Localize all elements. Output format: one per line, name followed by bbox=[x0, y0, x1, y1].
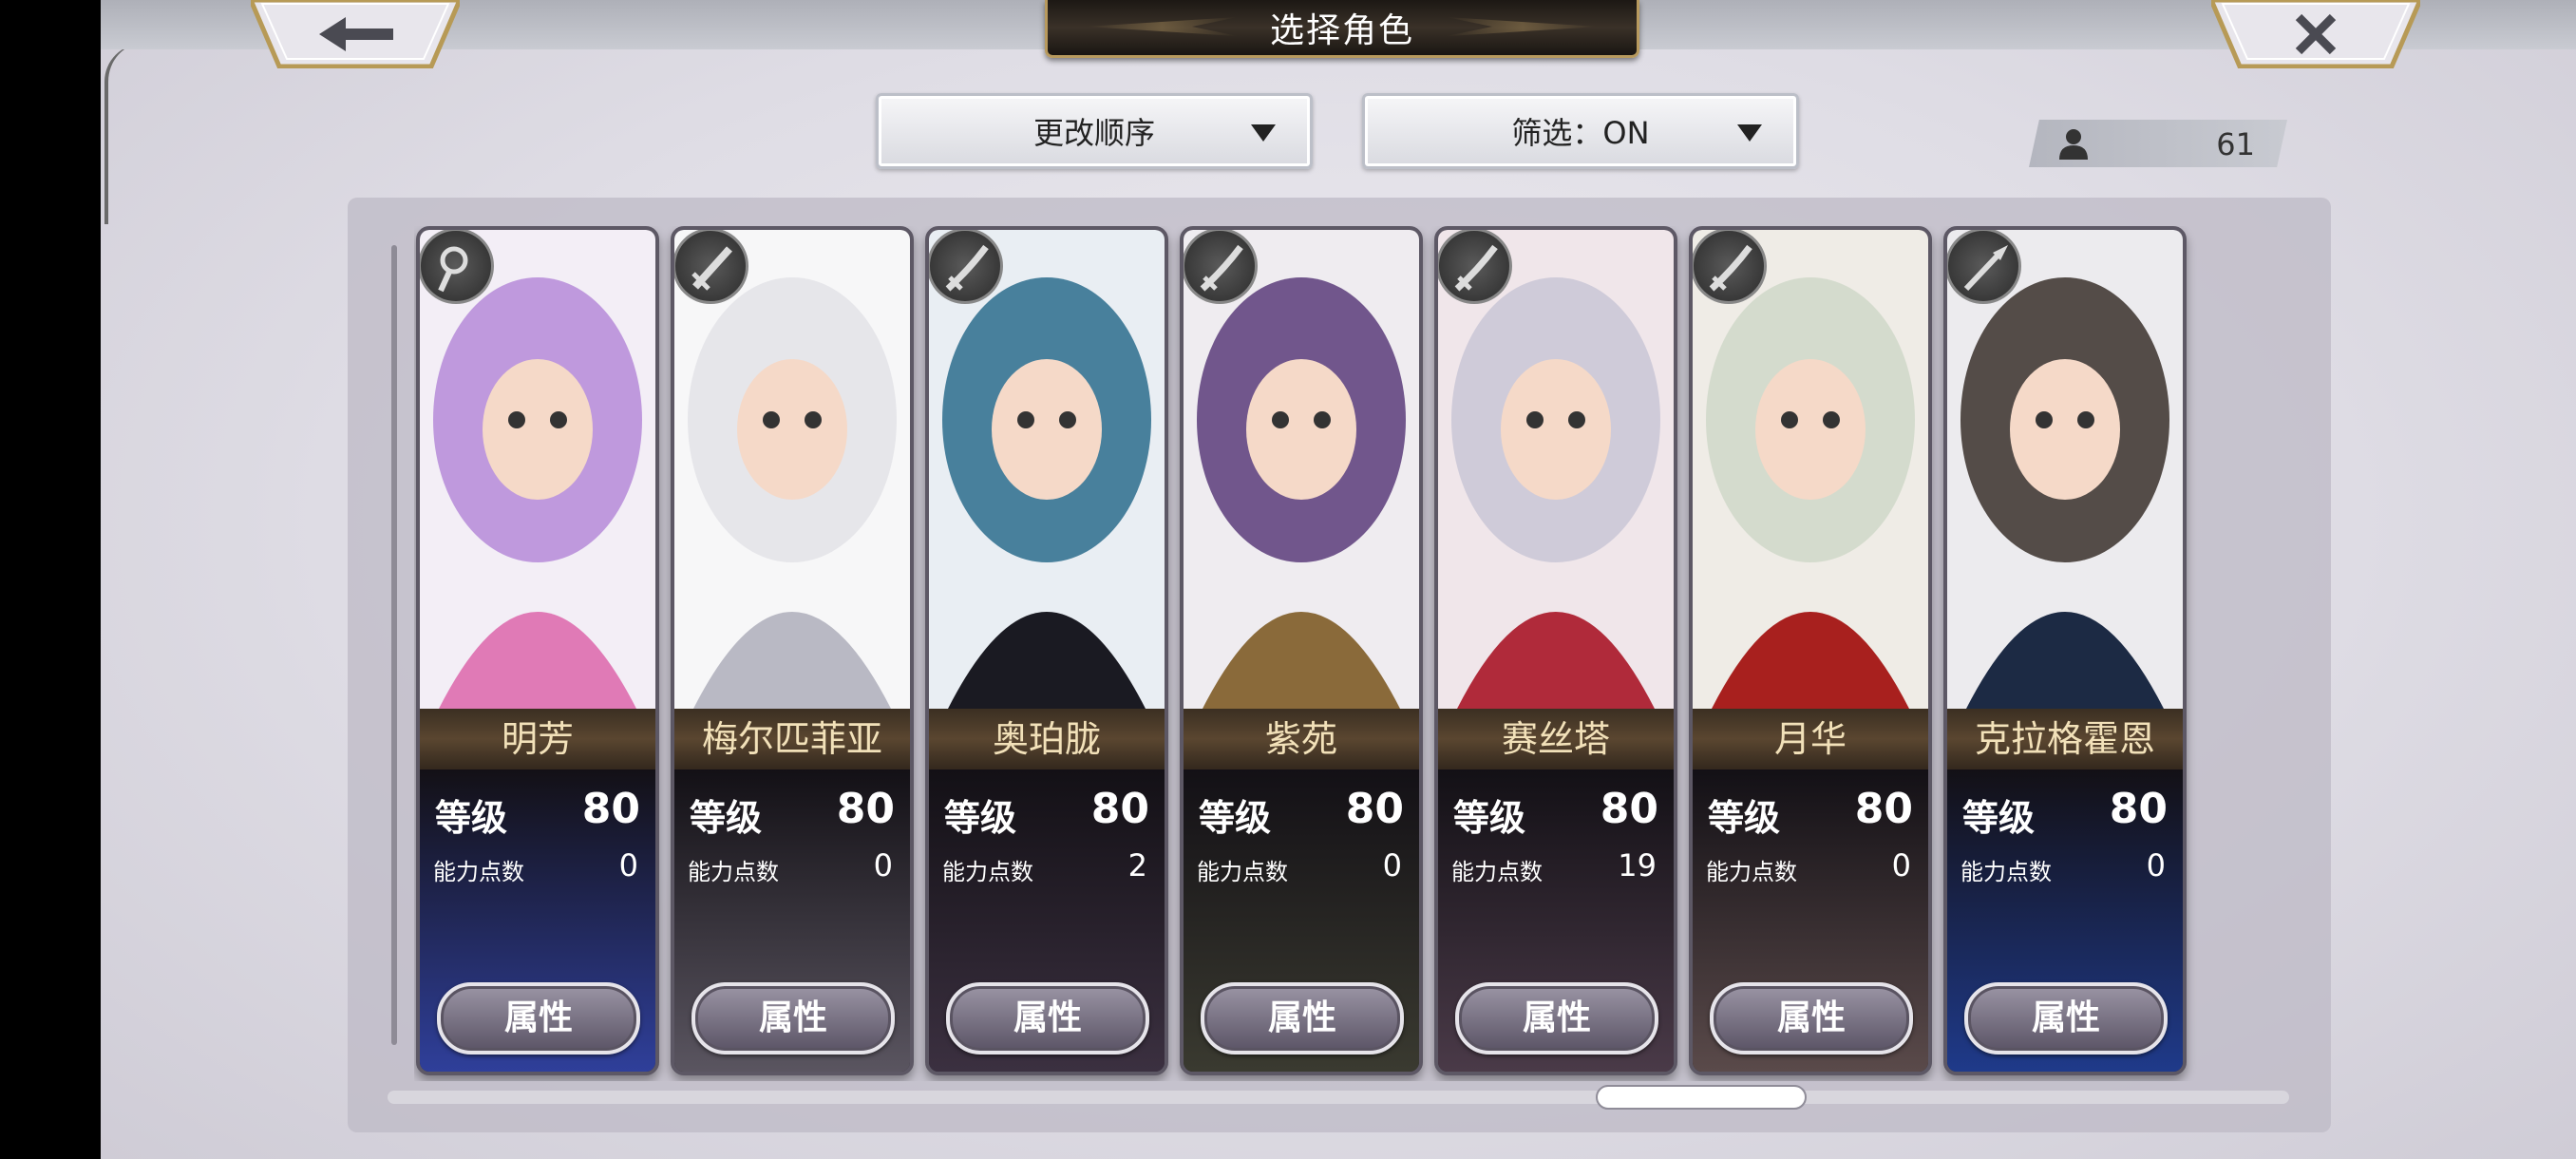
ability-points-label: 能力点数 bbox=[1706, 859, 1797, 885]
ability-points-label: 能力点数 bbox=[1451, 859, 1543, 885]
sort-order-dropdown[interactable]: 更改顺序 bbox=[876, 93, 1313, 169]
character-card-list[interactable]: 明芳 等级 80 能力点数 0 属性 梅尔匹菲亚 等级 80 能力点数 0 属性 bbox=[414, 226, 2232, 1081]
character-card[interactable]: 奥珀胧 等级 80 能力点数 2 属性 bbox=[925, 226, 1168, 1075]
katana-weapon-icon bbox=[929, 230, 1003, 304]
ability-points-value: 19 bbox=[1618, 847, 1657, 884]
level-label: 等级 bbox=[435, 797, 508, 839]
ability-points-value: 0 bbox=[2146, 847, 2166, 884]
character-card[interactable]: 明芳 等级 80 能力点数 0 属性 bbox=[416, 226, 659, 1075]
attributes-button[interactable]: 属性 bbox=[691, 982, 895, 1054]
level-value: 80 bbox=[1345, 785, 1404, 833]
ability-points-label: 能力点数 bbox=[688, 859, 779, 885]
chevron-down-icon bbox=[1737, 124, 1762, 142]
level-label: 等级 bbox=[690, 797, 763, 839]
person-icon bbox=[2059, 129, 2088, 160]
filter-dropdown[interactable]: 筛选：ON bbox=[1362, 93, 1799, 169]
ability-points-label: 能力点数 bbox=[433, 859, 524, 885]
katana-weapon-icon bbox=[1184, 230, 1258, 304]
ability-points-value: 0 bbox=[1891, 847, 1911, 884]
ability-points-label: 能力点数 bbox=[1960, 859, 2052, 885]
ability-points-value: 0 bbox=[618, 847, 638, 884]
ability-points-label: 能力点数 bbox=[942, 859, 1033, 885]
ability-points-value: 2 bbox=[1127, 847, 1147, 884]
character-count: 61 bbox=[2029, 120, 2287, 167]
level-value: 80 bbox=[1854, 785, 1913, 833]
character-stats: 等级 80 能力点数 0 属性 bbox=[1693, 770, 1928, 1072]
level-value: 80 bbox=[1090, 785, 1149, 833]
page-title: 选择角色 bbox=[1045, 0, 1639, 58]
chevron-down-icon bbox=[1251, 124, 1276, 142]
level-value: 80 bbox=[581, 785, 640, 833]
character-name: 赛丝塔 bbox=[1438, 709, 1674, 770]
horizontal-scrollbar[interactable] bbox=[388, 1091, 2289, 1104]
character-name: 紫苑 bbox=[1184, 709, 1419, 770]
character-stats: 等级 80 能力点数 0 属性 bbox=[1184, 770, 1419, 1072]
katana-weapon-icon bbox=[1693, 230, 1767, 304]
character-card[interactable]: 月华 等级 80 能力点数 0 属性 bbox=[1689, 226, 1932, 1075]
character-stats: 等级 80 能力点数 0 属性 bbox=[420, 770, 655, 1072]
character-stats: 等级 80 能力点数 0 属性 bbox=[1947, 770, 2183, 1072]
character-count-value: 61 bbox=[2216, 126, 2255, 162]
level-value: 80 bbox=[836, 785, 895, 833]
character-name: 明芳 bbox=[420, 709, 655, 770]
ability-points-label: 能力点数 bbox=[1197, 859, 1288, 885]
character-name: 奥珀胧 bbox=[929, 709, 1165, 770]
attributes-button[interactable]: 属性 bbox=[1710, 982, 1913, 1054]
attributes-button[interactable]: 属性 bbox=[1455, 982, 1658, 1054]
ability-points-value: 0 bbox=[873, 847, 893, 884]
character-name: 月华 bbox=[1693, 709, 1928, 770]
level-value: 80 bbox=[1600, 785, 1658, 833]
sort-order-label: 更改顺序 bbox=[1032, 115, 1155, 151]
character-card[interactable]: 紫苑 等级 80 能力点数 0 属性 bbox=[1180, 226, 1423, 1075]
character-card[interactable]: 克拉格霍恩 等级 80 能力点数 0 属性 bbox=[1943, 226, 2187, 1075]
attributes-button[interactable]: 属性 bbox=[437, 982, 640, 1054]
level-value: 80 bbox=[2109, 785, 2168, 833]
attributes-button[interactable]: 属性 bbox=[1201, 982, 1404, 1054]
katana-weapon-icon bbox=[1438, 230, 1512, 304]
character-stats: 等级 80 能力点数 0 属性 bbox=[674, 770, 910, 1072]
attributes-button[interactable]: 属性 bbox=[946, 982, 1149, 1054]
character-card[interactable]: 赛丝塔 等级 80 能力点数 19 属性 bbox=[1434, 226, 1677, 1075]
level-label: 等级 bbox=[1199, 797, 1272, 839]
character-name: 克拉格霍恩 bbox=[1947, 709, 2183, 770]
title-ornament-right bbox=[1447, 17, 1599, 36]
character-list-panel: 明芳 等级 80 能力点数 0 属性 梅尔匹菲亚 等级 80 能力点数 0 属性 bbox=[348, 198, 2331, 1132]
filter-label: 筛选：ON bbox=[1511, 115, 1650, 151]
character-name: 梅尔匹菲亚 bbox=[674, 709, 910, 770]
game-screen: 选择角色 更改顺序 筛选：ON 61 明芳 等级 80 能力点数 0 属性 梅尔… bbox=[101, 0, 2576, 1159]
level-label: 等级 bbox=[944, 797, 1017, 839]
title-ornament-left bbox=[1086, 17, 1238, 36]
level-label: 等级 bbox=[1453, 797, 1526, 839]
staff-weapon-icon bbox=[420, 230, 494, 304]
character-stats: 等级 80 能力点数 19 属性 bbox=[1438, 770, 1674, 1072]
back-button[interactable] bbox=[251, 0, 460, 68]
level-label: 等级 bbox=[1962, 797, 2036, 839]
level-label: 等级 bbox=[1708, 797, 1781, 839]
panel-edge bbox=[391, 245, 397, 1045]
character-stats: 等级 80 能力点数 2 属性 bbox=[929, 770, 1165, 1072]
spear-weapon-icon bbox=[1947, 230, 2021, 304]
ability-points-value: 0 bbox=[1382, 847, 1402, 884]
character-card[interactable]: 梅尔匹菲亚 等级 80 能力点数 0 属性 bbox=[671, 226, 914, 1075]
scrollbar-thumb[interactable] bbox=[1596, 1085, 1807, 1110]
attributes-button[interactable]: 属性 bbox=[1964, 982, 2168, 1054]
sword-weapon-icon bbox=[674, 230, 748, 304]
page-title-text: 选择角色 bbox=[1269, 11, 1414, 50]
close-button[interactable] bbox=[2211, 0, 2420, 68]
screen-edge bbox=[104, 44, 146, 224]
